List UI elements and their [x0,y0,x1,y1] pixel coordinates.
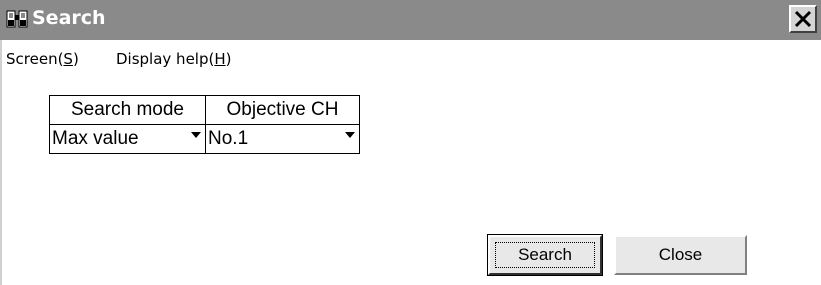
search-mode-dropdown[interactable]: Max value [49,124,206,154]
chevron-down-icon[interactable] [191,132,201,138]
title-bar[interactable]: Search [0,0,821,40]
search-settings-grid: Search mode Objective CH Max value No.1 [49,95,360,154]
search-button-label: Search [518,245,572,264]
grid-value-row: Max value No.1 [49,124,360,154]
objective-ch-dropdown[interactable]: No.1 [205,124,360,154]
close-button-label: Close [658,245,703,264]
objective-ch-value: No.1 [208,128,249,149]
chevron-down-icon[interactable] [345,132,355,138]
header-search-mode: Search mode [49,95,206,125]
grid-header-row: Search mode Objective CH [49,95,360,125]
search-dialog: Search Screen(S) Display help(H) Search … [0,0,821,285]
menu-bar: Screen(S) Display help(H) [0,44,821,74]
close-window-button[interactable] [789,5,817,33]
search-button[interactable]: Search [487,234,603,276]
binoculars-icon [6,10,28,28]
menu-screen[interactable]: Screen(S) [6,50,79,68]
close-icon [794,10,812,28]
menu-display-help[interactable]: Display help(H) [116,50,231,68]
close-button[interactable]: Close [614,235,747,275]
header-objective-ch: Objective CH [205,95,360,125]
search-mode-value: Max value [52,128,139,149]
window-title: Search [32,7,106,29]
window-border [0,40,2,285]
